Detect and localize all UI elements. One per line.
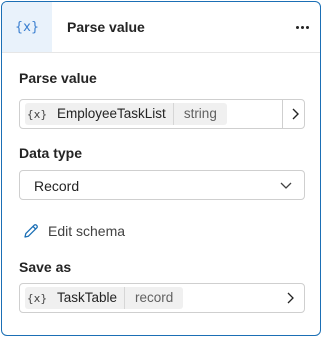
chevron-right-icon[interactable] xyxy=(283,291,297,305)
chevron-right-icon[interactable] xyxy=(288,107,302,121)
pencil-icon xyxy=(24,224,38,238)
parse-value-field[interactable]: {x} EmployeeTaskList string xyxy=(19,99,305,129)
edit-schema-button[interactable]: Edit schema xyxy=(22,220,125,242)
parse-value-node-card[interactable]: {x} Parse value Parse value {x} Employee… xyxy=(1,1,321,336)
edit-schema-label: Edit schema xyxy=(48,223,126,239)
variable-icon: {x} xyxy=(26,107,48,121)
variable-type: string xyxy=(183,106,217,121)
variable-tag[interactable]: {x} EmployeeTaskList string xyxy=(25,103,227,125)
more-options-button[interactable] xyxy=(290,18,314,36)
variable-type: record xyxy=(135,290,174,305)
parse-value-label: Parse value xyxy=(19,70,97,86)
variable-name: TaskTable xyxy=(49,287,126,309)
variable-icon: {x} xyxy=(26,291,48,305)
field-divider xyxy=(282,100,283,128)
data-type-select[interactable]: Record xyxy=(19,170,305,200)
save-as-label: Save as xyxy=(19,259,72,275)
variable-tag[interactable]: {x} TaskTable record xyxy=(25,287,184,309)
variable-name: EmployeeTaskList xyxy=(49,103,174,125)
data-type-value: Record xyxy=(34,178,80,194)
node-title: Parse value xyxy=(67,19,145,35)
variable-icon: {x} xyxy=(2,2,52,52)
data-type-label: Data type xyxy=(19,145,83,161)
node-header: {x} Parse value xyxy=(2,2,320,53)
save-as-field[interactable]: {x} TaskTable record xyxy=(19,283,305,313)
chevron-down-icon[interactable] xyxy=(279,178,293,192)
